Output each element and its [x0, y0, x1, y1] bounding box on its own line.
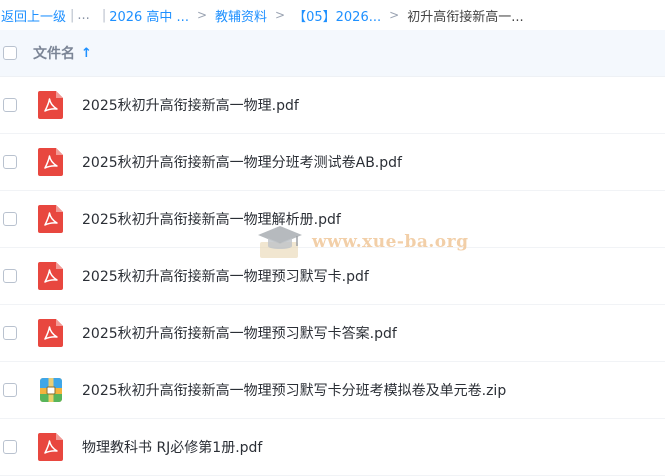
breadcrumb: 返回上一级 | ... | 2026 高中 ... > 教辅资料 > 【05】2…	[0, 0, 665, 30]
pdf-icon	[38, 319, 63, 347]
select-all-checkbox[interactable]	[3, 46, 17, 60]
arrow-up-icon[interactable]: ↑	[81, 46, 92, 61]
row-checkbox[interactable]	[3, 269, 17, 283]
list-item[interactable]: 物理教科书 RJ必修第1册.pdf	[0, 419, 665, 476]
list-item[interactable]: 2025秋初升高衔接新高一物理预习默写卡答案.pdf	[0, 305, 665, 362]
pdf-icon	[38, 433, 63, 461]
file-name[interactable]: 2025秋初升高衔接新高一物理解析册.pdf	[82, 209, 341, 229]
file-list-header: 文件名 ↑	[0, 30, 665, 77]
pdf-icon	[38, 148, 63, 176]
pdf-icon	[38, 91, 63, 119]
breadcrumb-current: 初升高衔接新高一...	[407, 9, 524, 25]
row-checkbox[interactable]	[3, 383, 17, 397]
breadcrumb-item-grade[interactable]: 2026 高中 ...	[109, 6, 189, 25]
file-name[interactable]: 2025秋初升高衔接新高一物理预习默写卡答案.pdf	[82, 323, 397, 343]
breadcrumb-ellipsis[interactable]: ...	[77, 8, 89, 23]
file-list: 2025秋初升高衔接新高一物理.pdf 2025秋初升高衔接新高一物理分班考测试…	[0, 77, 665, 476]
list-item[interactable]: 2025秋初升高衔接新高一物理解析册.pdf	[0, 191, 665, 248]
breadcrumb-item-folder[interactable]: 【05】2026...	[293, 6, 381, 25]
file-name[interactable]: 物理教科书 RJ必修第1册.pdf	[82, 437, 262, 457]
list-item[interactable]: 2025秋初升高衔接新高一物理.pdf	[0, 77, 665, 134]
list-item[interactable]: 2025秋初升高衔接新高一物理分班考测试卷AB.pdf	[0, 134, 665, 191]
breadcrumb-pipe: |	[70, 7, 75, 23]
breadcrumb-pipe: |	[101, 7, 107, 23]
row-checkbox[interactable]	[3, 212, 17, 226]
pdf-icon	[38, 262, 63, 290]
row-checkbox[interactable]	[3, 440, 17, 454]
list-item[interactable]: 2025秋初升高衔接新高一物理预习默写卡分班考模拟卷及单元卷.zip	[0, 362, 665, 419]
breadcrumb-separator: >	[389, 8, 400, 22]
file-name[interactable]: 2025秋初升高衔接新高一物理预习默写卡.pdf	[82, 266, 369, 286]
file-name[interactable]: 2025秋初升高衔接新高一物理.pdf	[82, 95, 299, 115]
zip-icon	[40, 378, 62, 402]
file-name[interactable]: 2025秋初升高衔接新高一物理预习默写卡分班考模拟卷及单元卷.zip	[82, 380, 506, 400]
list-item[interactable]: 2025秋初升高衔接新高一物理预习默写卡.pdf	[0, 248, 665, 305]
column-header-filename[interactable]: 文件名	[33, 43, 75, 63]
file-name[interactable]: 2025秋初升高衔接新高一物理分班考测试卷AB.pdf	[82, 152, 402, 172]
breadcrumb-item-materials[interactable]: 教辅资料	[215, 6, 267, 25]
breadcrumb-separator: >	[275, 8, 286, 22]
row-checkbox[interactable]	[3, 98, 17, 112]
pdf-icon	[38, 205, 63, 233]
row-checkbox[interactable]	[3, 326, 17, 340]
breadcrumb-separator: >	[196, 8, 208, 22]
row-checkbox[interactable]	[3, 155, 17, 169]
back-link[interactable]: 返回上一级	[1, 6, 66, 25]
